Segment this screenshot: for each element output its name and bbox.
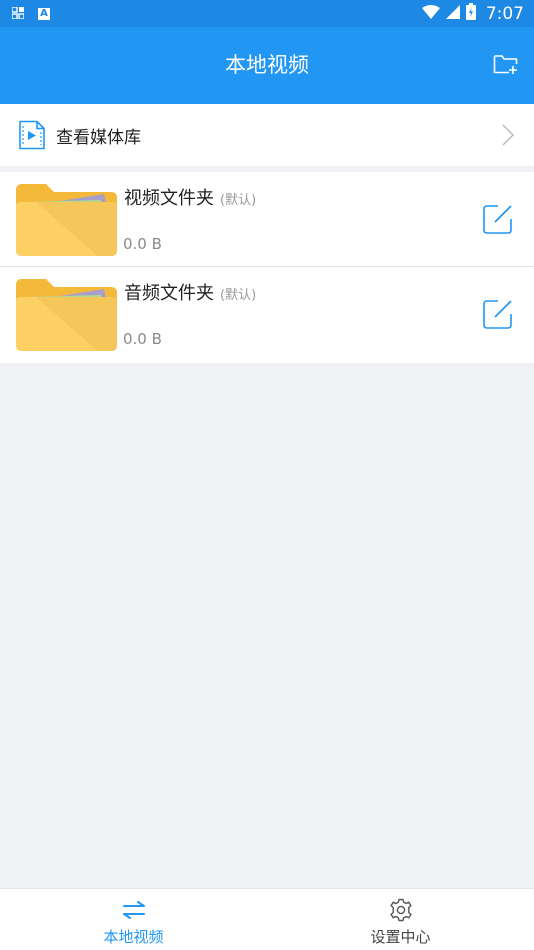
chevron-right-icon xyxy=(502,124,514,150)
edit-icon xyxy=(482,300,514,334)
nav-label: 设置中心 xyxy=(370,928,431,946)
gear-icon xyxy=(388,898,414,922)
default-tag: (默认) xyxy=(220,288,257,303)
nav-tab-local-video[interactable]: 本地视频 xyxy=(0,889,267,950)
notification-a-icon: A xyxy=(38,7,50,20)
new-folder-button[interactable] xyxy=(492,52,520,80)
page-title: 本地视频 xyxy=(225,53,309,77)
bottom-nav: 本地视频 设置中心 xyxy=(0,888,534,950)
battery-icon xyxy=(465,3,476,24)
default-tag: (默认) xyxy=(220,193,257,208)
video-file-icon xyxy=(18,120,46,150)
wifi-icon xyxy=(421,4,440,23)
new-folder-icon xyxy=(493,53,519,79)
swap-arrows-icon xyxy=(121,898,147,922)
folder-list: 视频文件夹 (默认) 0.0 B 音频文件夹 (默认) 0.0 B xyxy=(0,172,534,363)
folder-icon xyxy=(16,279,117,351)
status-bar: A 7:07 xyxy=(0,0,534,27)
media-library-label: 查看媒体库 xyxy=(56,127,141,148)
app-bar: 本地视频 xyxy=(0,27,534,104)
clock: 7:07 xyxy=(485,3,524,24)
folder-size: 0.0 B xyxy=(123,330,162,348)
nav-tab-settings[interactable]: 设置中心 xyxy=(267,889,534,950)
folder-size: 0.0 B xyxy=(123,235,162,253)
folder-item-audio[interactable]: 音频文件夹 (默认) 0.0 B xyxy=(0,267,534,363)
folder-icon xyxy=(16,184,117,256)
edit-folder-button[interactable] xyxy=(482,203,514,235)
edit-icon xyxy=(482,205,514,239)
folder-name: 音频文件夹 (默认) xyxy=(124,279,256,305)
edit-folder-button[interactable] xyxy=(482,298,514,330)
folder-name-text: 视频文件夹 xyxy=(124,188,214,209)
notification-grid-icon xyxy=(11,4,25,23)
media-library-row[interactable]: 查看媒体库 xyxy=(0,104,534,166)
nav-label: 本地视频 xyxy=(103,928,164,946)
folder-item-video[interactable]: 视频文件夹 (默认) 0.0 B xyxy=(0,172,534,267)
folder-name-text: 音频文件夹 xyxy=(124,283,214,304)
folder-name: 视频文件夹 (默认) xyxy=(124,184,256,210)
signal-icon xyxy=(445,4,460,23)
